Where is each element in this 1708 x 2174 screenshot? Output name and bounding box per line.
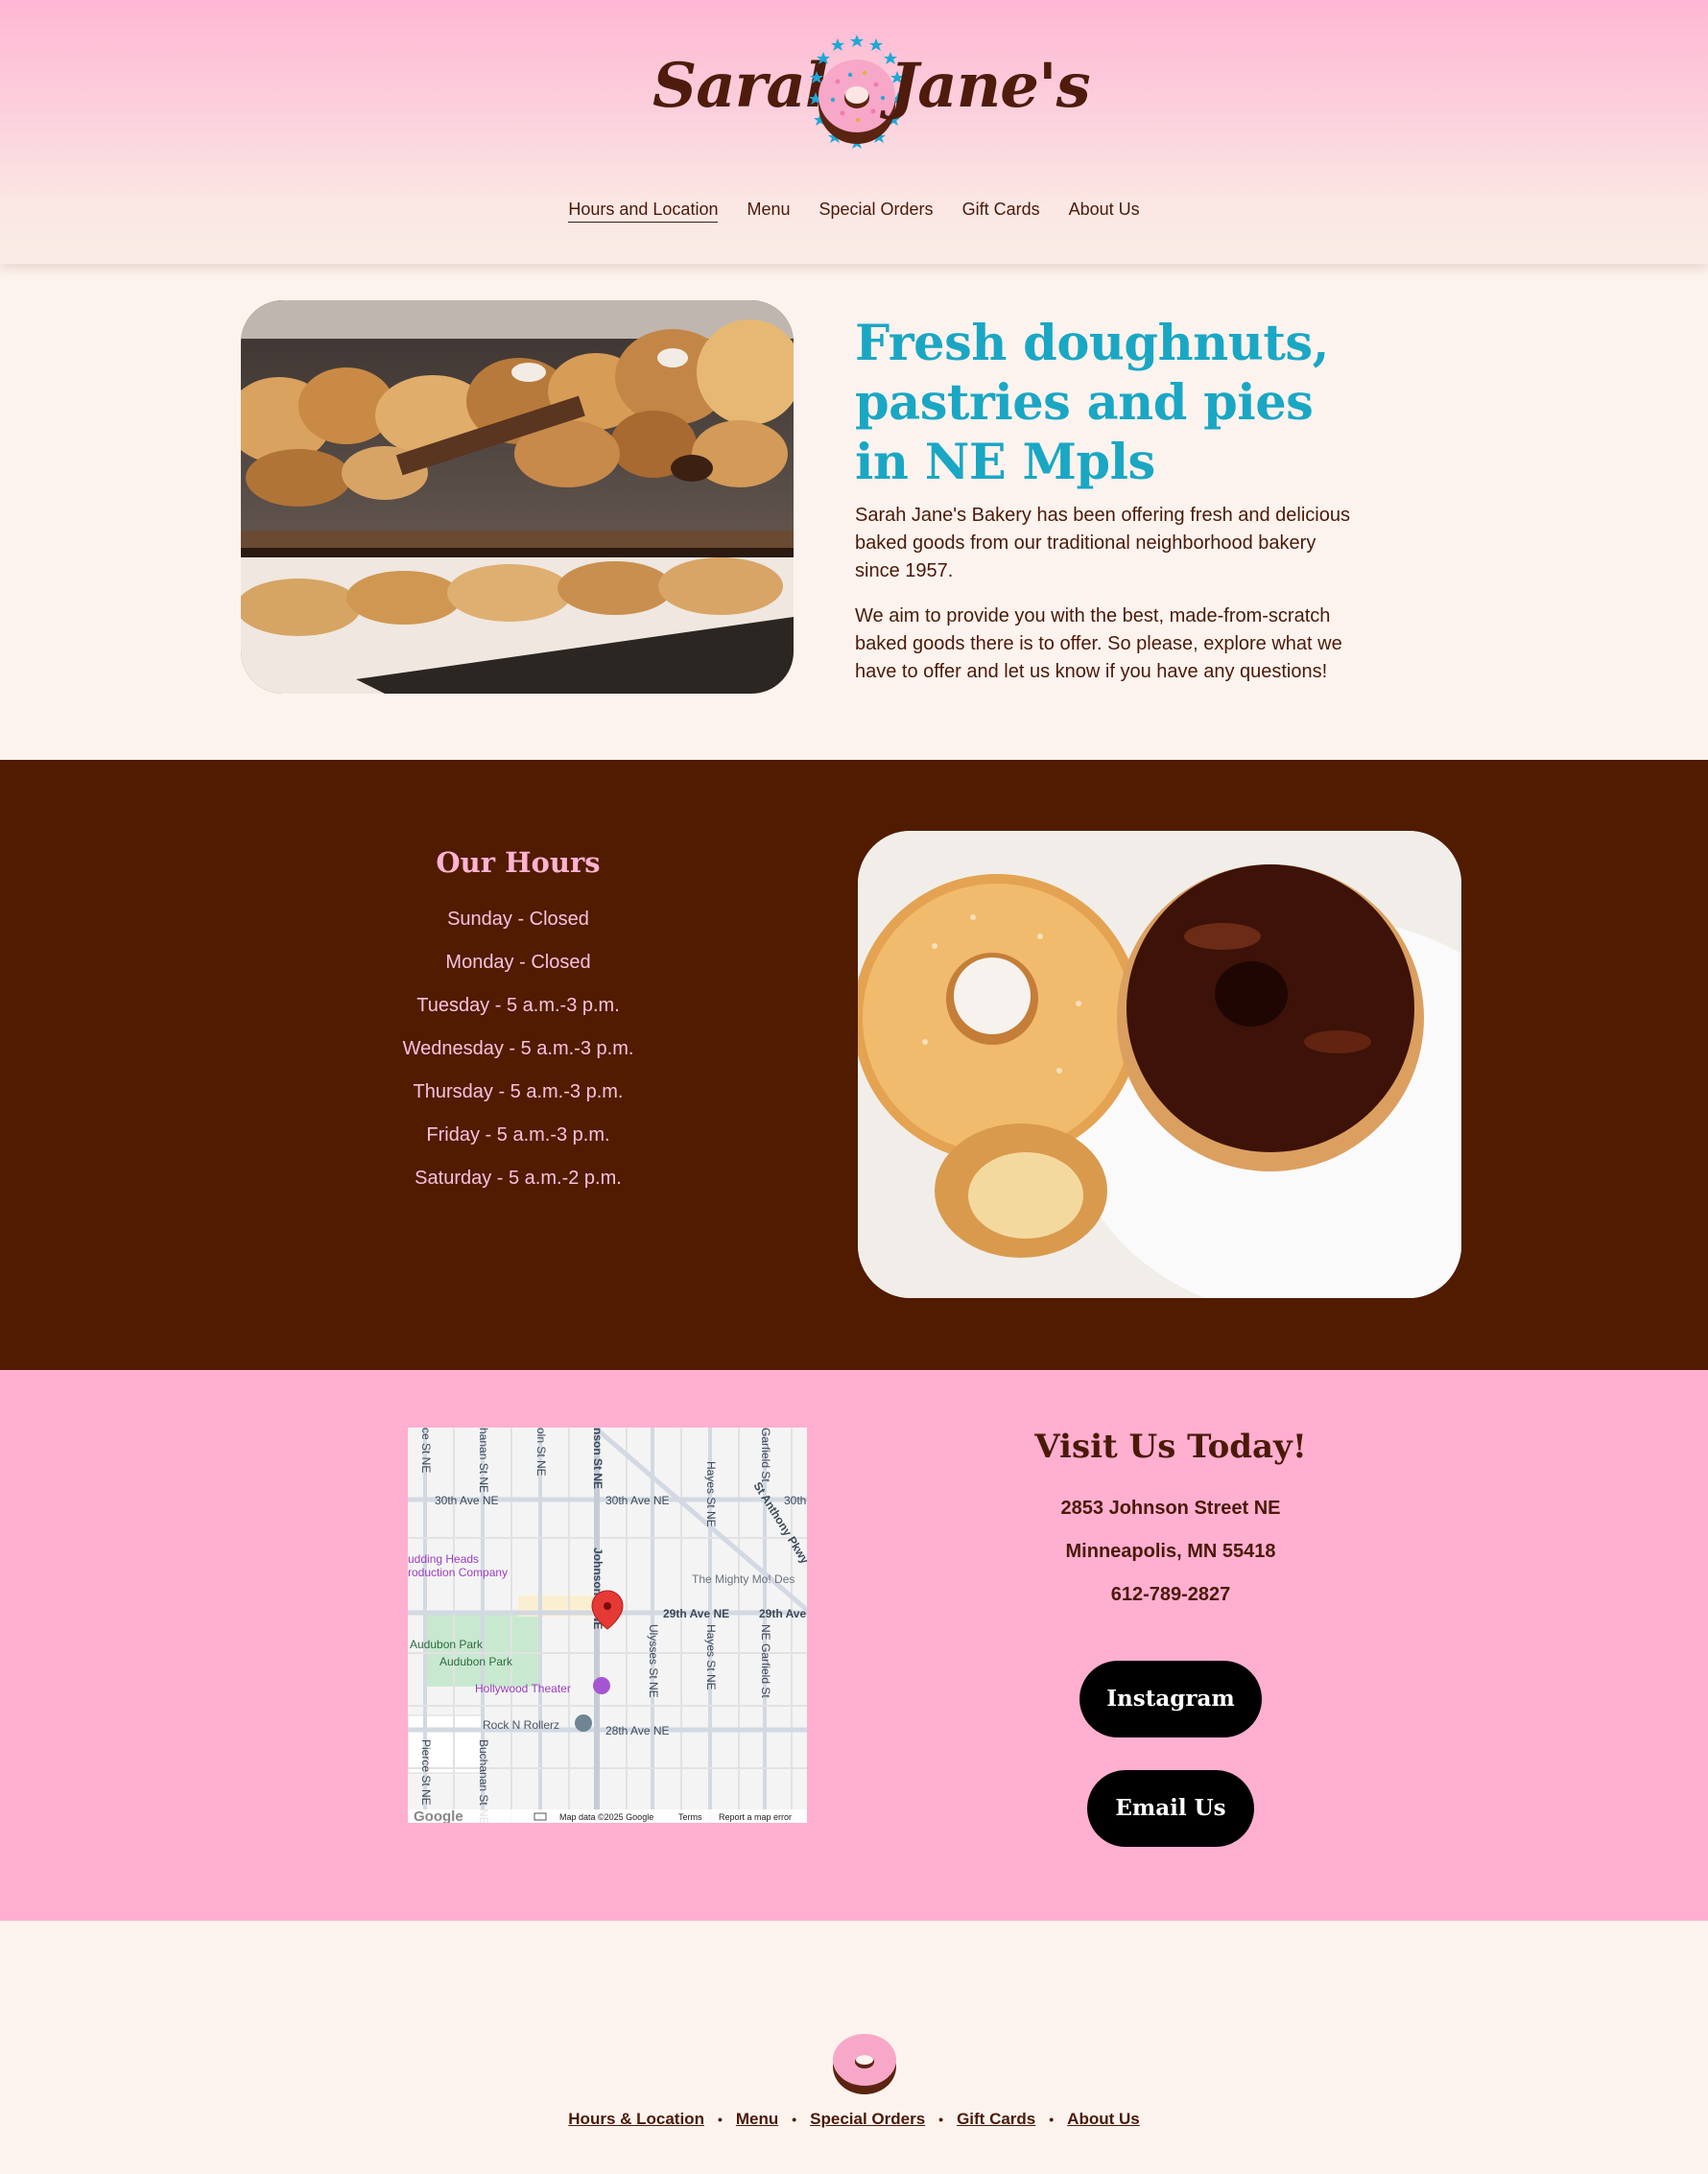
map-label: ce St NE	[419, 1428, 433, 1473]
footer-link-about-us[interactable]: About Us	[1067, 2110, 1140, 2129]
hours-line: Tuesday - 5 a.m.-3 p.m.	[416, 995, 620, 1016]
main-nav: Hours and Location Menu Special Orders G…	[0, 200, 1708, 223]
footer-nav: Hours & Location • Menu • Special Orders…	[0, 2110, 1708, 2129]
intro-paragraph: Sarah Jane's Bakery has been offering fr…	[855, 505, 1350, 581]
nav-gift-cards[interactable]: Gift Cards	[962, 200, 1040, 223]
map-label: nson St NE	[591, 1428, 605, 1489]
footer-link-menu[interactable]: Menu	[736, 2110, 778, 2129]
nav-hours-location[interactable]: Hours and Location	[568, 200, 719, 223]
intro-paragraph: We aim to provide you with the best, mad…	[855, 605, 1342, 682]
site-header: Sarah Jane's Hours and Location Menu Spe…	[0, 0, 1708, 264]
hours-heading: Our Hours	[436, 846, 601, 879]
address-street: 2853 Johnson Street NE	[1060, 1498, 1281, 1519]
hours-line: Thursday - 5 a.m.-3 p.m.	[413, 1081, 624, 1102]
map-label: Audubon Park	[410, 1638, 484, 1651]
map-label: oln St NE	[534, 1428, 548, 1477]
separator-dot: •	[1049, 2112, 1055, 2127]
map-label: Ulysses St NE	[647, 1624, 660, 1698]
map-label: Hayes St NE	[704, 1624, 718, 1690]
site-footer: Hours & Location • Menu • Special Orders…	[0, 1921, 1708, 2174]
place-pin-icon	[575, 1714, 592, 1732]
pastry-case-photo	[241, 300, 794, 694]
theater-pin-icon	[593, 1677, 610, 1694]
separator-dot: •	[717, 2112, 723, 2127]
footer-link-hours-location[interactable]: Hours & Location	[568, 2110, 704, 2129]
intro-section: Fresh doughnuts, pastries and pies in NE…	[0, 264, 1708, 760]
map-label: The Mighty Mo! Des	[692, 1572, 795, 1586]
map-data-credit: Map data ©2025 Google	[559, 1812, 653, 1822]
map-label: hanan St NE	[477, 1428, 490, 1493]
hours-line: Monday - Closed	[445, 952, 591, 973]
map-label: 29th Ave NE	[663, 1607, 729, 1620]
hours-line: Sunday - Closed	[447, 909, 589, 930]
map-label: Audubon Park	[439, 1655, 513, 1668]
nav-menu[interactable]: Menu	[747, 200, 790, 223]
map-label: Pierce St NE	[419, 1739, 433, 1806]
phone-number[interactable]: 612-789-2827	[979, 1581, 1363, 1624]
donut-icon	[833, 2034, 896, 2094]
logo-text-janes: Jane's	[890, 50, 1091, 122]
google-logo: Google	[414, 1808, 463, 1823]
separator-dot: •	[792, 2112, 797, 2127]
map-label: roduction Company	[408, 1566, 508, 1579]
map-label: Hayes St NE	[704, 1461, 718, 1527]
footer-link-special-orders[interactable]: Special Orders	[810, 2110, 925, 2129]
map-label: 30th Ave NE	[605, 1494, 670, 1507]
location-map[interactable]: 30th Ave NE 30th Ave NE 30th 29th Ave NE…	[408, 1428, 807, 1823]
map-label: 30th	[784, 1494, 806, 1507]
map-label: NE Garfield St	[759, 1624, 772, 1698]
map-terms-link[interactable]: Terms	[678, 1812, 702, 1822]
map-label: Rock N Rollerz	[483, 1718, 559, 1732]
map-label: Hollywood Theater	[475, 1682, 571, 1695]
separator-dot: •	[938, 2112, 944, 2127]
nav-about-us[interactable]: About Us	[1069, 200, 1140, 223]
map-label: 29th Ave	[759, 1607, 806, 1620]
hours-line: Friday - 5 a.m.-3 p.m.	[426, 1124, 610, 1146]
hours-line: Saturday - 5 a.m.-2 p.m.	[415, 1168, 622, 1189]
intro-heading: Fresh doughnuts, pastries and pies in NE…	[855, 315, 1329, 491]
map-label: Garfield St	[759, 1428, 772, 1482]
hours-section: Our Hours Sunday - Closed Monday - Close…	[0, 760, 1708, 1370]
hours-line: Wednesday - 5 a.m.-3 p.m.	[402, 1038, 634, 1059]
visit-section: 30th Ave NE 30th Ave NE 30th 29th Ave NE…	[0, 1370, 1708, 1921]
address-city: Minneapolis, MN 55418	[1065, 1541, 1276, 1562]
instagram-button[interactable]: Instagram	[1079, 1661, 1262, 1737]
map-label: 30th Ave NE	[435, 1494, 499, 1507]
email-us-button[interactable]: Email Us	[1087, 1770, 1254, 1847]
footer-link-gift-cards[interactable]: Gift Cards	[957, 2110, 1035, 2129]
map-label: udding Heads	[408, 1552, 479, 1566]
nav-special-orders[interactable]: Special Orders	[819, 200, 934, 223]
doughnuts-photo	[858, 831, 1461, 1298]
map-report-link[interactable]: Report a map error	[719, 1812, 792, 1822]
map-label: 28th Ave NE	[605, 1724, 670, 1737]
brand-logo[interactable]: Sarah Jane's	[648, 29, 1091, 168]
visit-heading: Visit Us Today!	[1034, 1428, 1307, 1466]
